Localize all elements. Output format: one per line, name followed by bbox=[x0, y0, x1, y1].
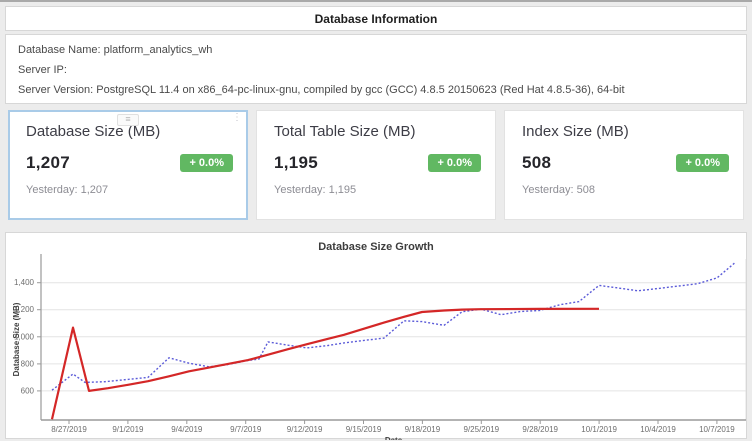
yesterday-value: Yesterday: 508 bbox=[522, 184, 729, 196]
card-value: 1,207 bbox=[26, 153, 70, 173]
database-size-growth-panel: Database Size Growth 6008001,0001,2001,4… bbox=[5, 232, 747, 439]
svg-text:800: 800 bbox=[21, 359, 35, 368]
svg-text:9/7/2019: 9/7/2019 bbox=[230, 425, 262, 434]
svg-text:9/12/2019: 9/12/2019 bbox=[287, 425, 323, 434]
svg-text:9/28/2019: 9/28/2019 bbox=[522, 425, 558, 434]
svg-text:9/15/2019: 9/15/2019 bbox=[346, 425, 382, 434]
chart-canvas: 6008001,0001,2001,4008/27/20199/1/20199/… bbox=[6, 251, 746, 440]
database-info-panel: Database Name: platform_analytics_wh Ser… bbox=[5, 34, 747, 104]
dashboard-page: Database Information Database Name: plat… bbox=[0, 0, 752, 441]
svg-text:Database Size (MB): Database Size (MB) bbox=[12, 302, 21, 376]
change-badge: + 0.0% bbox=[180, 154, 233, 172]
total-table-size-card[interactable]: Total Table Size (MB) 1,195 + 0.0% Yeste… bbox=[256, 110, 496, 220]
svg-text:Date: Date bbox=[385, 436, 403, 440]
svg-text:9/18/2019: 9/18/2019 bbox=[405, 425, 441, 434]
yesterday-value: Yesterday: 1,207 bbox=[26, 184, 233, 196]
svg-text:1,400: 1,400 bbox=[14, 278, 35, 287]
card-title: Index Size (MB) bbox=[522, 123, 729, 140]
card-menu-icon[interactable]: ⋮ bbox=[232, 113, 242, 123]
server-version-text: Server Version: PostgreSQL 11.4 on x86_6… bbox=[18, 84, 734, 96]
svg-text:9/4/2019: 9/4/2019 bbox=[171, 425, 203, 434]
card-value: 1,195 bbox=[274, 153, 318, 173]
database-name-text: Database Name: platform_analytics_wh bbox=[18, 44, 734, 56]
drag-handle-icon[interactable]: ≡ bbox=[117, 114, 139, 126]
server-ip-text: Server IP: bbox=[18, 64, 734, 76]
index-size-card[interactable]: Index Size (MB) 508 + 0.0% Yesterday: 50… bbox=[504, 110, 744, 220]
svg-text:10/4/2019: 10/4/2019 bbox=[640, 425, 676, 434]
svg-text:10/1/2019: 10/1/2019 bbox=[581, 425, 617, 434]
card-value: 508 bbox=[522, 153, 551, 173]
svg-text:8/27/2019: 8/27/2019 bbox=[51, 425, 87, 434]
yesterday-value: Yesterday: 1,195 bbox=[274, 184, 481, 196]
database-information-header: Database Information bbox=[5, 6, 747, 31]
svg-text:9/1/2019: 9/1/2019 bbox=[112, 425, 144, 434]
database-size-card[interactable]: ≡ ⋮ Database Size (MB) 1,207 + 0.0% Yest… bbox=[8, 110, 248, 220]
svg-text:10/7/2019: 10/7/2019 bbox=[699, 425, 735, 434]
svg-text:9/25/2019: 9/25/2019 bbox=[464, 425, 500, 434]
page-title: Database Information bbox=[315, 12, 438, 26]
svg-text:600: 600 bbox=[21, 386, 35, 395]
change-badge: + 0.0% bbox=[676, 154, 729, 172]
card-title: Total Table Size (MB) bbox=[274, 123, 481, 140]
change-badge: + 0.0% bbox=[428, 154, 481, 172]
